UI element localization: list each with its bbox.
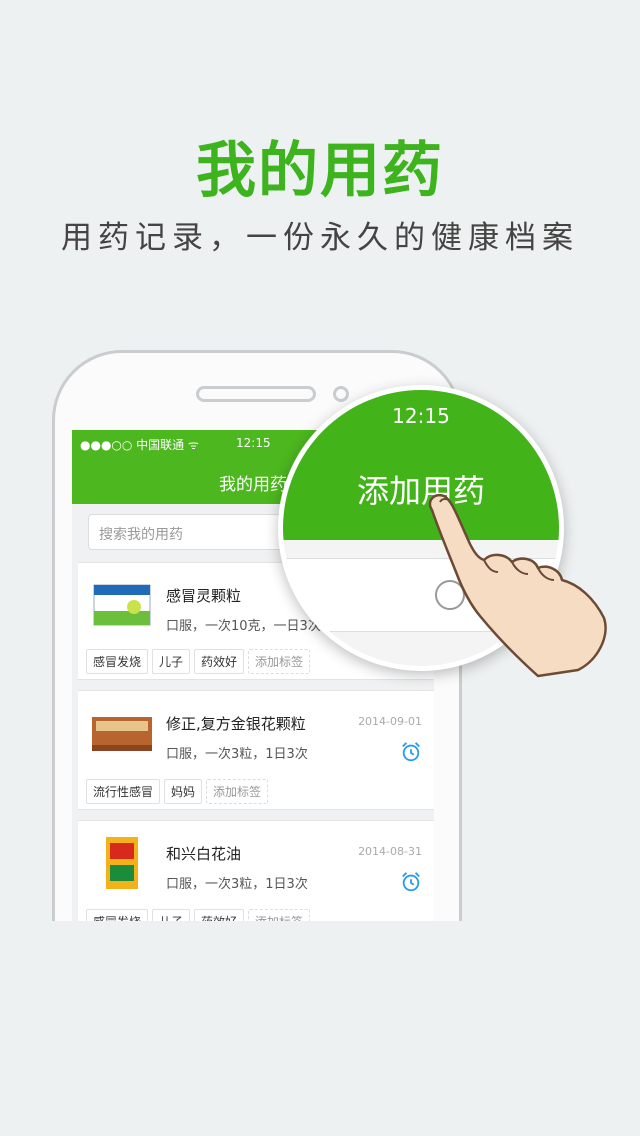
tag-list: 感冒发烧 儿子 药效好 添加标签 [86, 649, 314, 674]
tag[interactable]: 药效好 [194, 649, 245, 674]
search-placeholder: 搜索我的用药 [99, 527, 183, 543]
medicine-name: 修正,复方金银花颗粒 [166, 715, 306, 733]
medicine-card[interactable]: 修正,复方金银花颗粒 2014-09-01 口服，一次3粒，1日3次 流行性感冒… [78, 690, 434, 810]
promo-screen: 我的用药 用药记录，一份永久的健康档案 ●●●○○ 中国联通 ᯤ 12:15 我… [0, 0, 640, 1136]
medicine-box-image [106, 837, 138, 889]
alarm-clock-icon[interactable] [400, 871, 422, 893]
medicine-name: 和兴白花油 [166, 845, 242, 863]
headline-subtitle: 用药记录，一份永久的健康档案 [61, 220, 579, 256]
bottom-background [0, 921, 640, 1136]
medicine-dose: 口服，一次3粒，1日3次 [166, 747, 308, 762]
medicine-box-image [93, 584, 151, 626]
status-time: 12:15 [236, 436, 271, 450]
medicine-name: 感冒灵颗粒 [166, 587, 242, 605]
status-carrier: ●●●○○ 中国联通 ᯤ [80, 438, 199, 452]
add-tag-button[interactable]: 添加标签 [248, 649, 311, 674]
medicine-box-image [92, 717, 152, 751]
tag[interactable]: 感冒发烧 [86, 649, 149, 674]
tag[interactable]: 儿子 [152, 649, 191, 674]
medicine-date: 2014-09-01 [358, 715, 422, 728]
tag-list: 流行性感冒 妈妈 添加标签 [86, 779, 272, 804]
add-tag-button[interactable]: 添加标签 [206, 779, 269, 804]
tag[interactable]: 妈妈 [164, 779, 203, 804]
alarm-clock-icon[interactable] [400, 741, 422, 763]
tag[interactable]: 流行性感冒 [86, 779, 161, 804]
magnified-time: 12:15 [392, 404, 450, 428]
medicine-dose: 口服，一次3粒，1日3次 [166, 877, 308, 892]
hand-pointer-icon [428, 493, 607, 678]
medicine-date: 2014-08-31 [358, 845, 422, 858]
medicine-card[interactable]: 和兴白花油 2014-08-31 口服，一次3粒，1日3次 感冒发烧 儿子 药效好添… [78, 820, 434, 924]
headline-title: 我的用药 [196, 136, 444, 206]
